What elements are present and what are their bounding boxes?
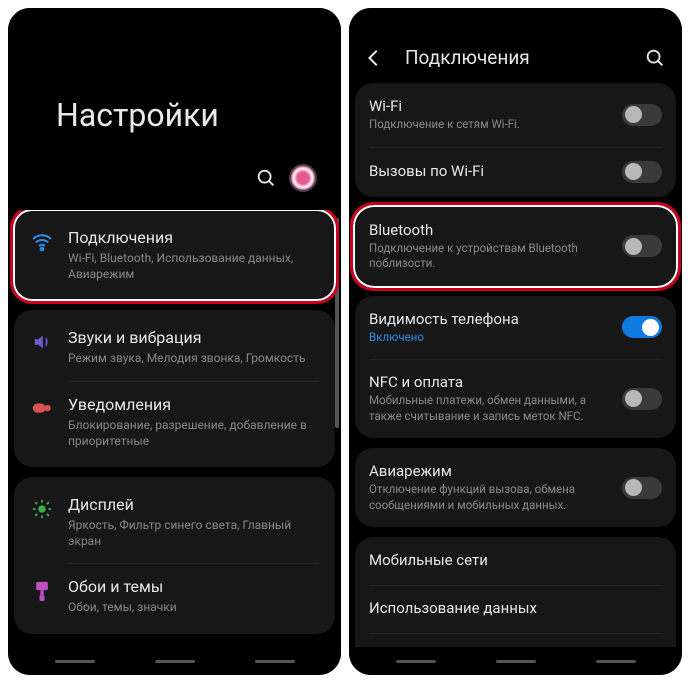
row-wifi[interactable]: Wi-Fi Подключение к сетям Wi-Fi.: [355, 83, 676, 147]
page-title: Настройки: [56, 96, 341, 134]
topbar-title: Подключения: [405, 46, 624, 69]
topbar: Подключения: [349, 36, 682, 83]
group-mobile: Мобильные сети Использование данных Дисп…: [355, 537, 676, 647]
row-title: Дисплей: [68, 495, 319, 514]
row-subtitle: Мобильные платежи, обмен данными, а такж…: [369, 393, 612, 424]
nav-back[interactable]: [255, 660, 295, 663]
nav-bar: [349, 647, 682, 675]
display-icon: [30, 497, 54, 521]
row-subtitle: Обои, темы, значки: [68, 599, 319, 615]
settings-list[interactable]: Подключения Wi-Fi, Bluetooth, Использова…: [8, 210, 341, 647]
row-title: Видимость телефона: [369, 310, 612, 328]
search-icon[interactable]: [644, 47, 666, 69]
row-wifi-calling[interactable]: Вызовы по Wi-Fi: [355, 147, 676, 197]
row-data-usage[interactable]: Использование данных: [355, 585, 676, 633]
nav-recent[interactable]: [55, 660, 95, 663]
group-bluetooth: Bluetooth Подключение к устройствам Blue…: [355, 207, 676, 286]
row-subtitle: Wi-Fi, Bluetooth, Использование данных, …: [68, 250, 319, 282]
nav-bar: [8, 647, 341, 675]
nav-recent[interactable]: [396, 660, 436, 663]
row-visibility[interactable]: Видимость телефона Включено: [355, 296, 676, 360]
row-title: Авиарежим: [369, 462, 612, 480]
row-subtitle: Включено: [369, 330, 612, 346]
wifi-icon: [30, 230, 54, 254]
header-actions: [8, 164, 341, 210]
scrollbar[interactable]: [335, 218, 339, 428]
search-icon[interactable]: [255, 167, 277, 189]
row-subtitle: Отключение функций вызова, обмена сообще…: [369, 482, 612, 513]
row-title: Звуки и вибрация: [68, 328, 319, 347]
profile-avatar[interactable]: [289, 164, 317, 192]
row-subtitle: Подключение к сетям Wi-Fi.: [369, 117, 612, 133]
brush-icon: [30, 579, 54, 603]
row-subtitle: Режим звука, Мелодия звонка, Громкость: [68, 350, 319, 366]
status-bar: [8, 8, 341, 36]
row-title: Wi-Fi: [369, 97, 612, 115]
toggle-wifi-calling[interactable]: [622, 161, 662, 183]
row-connections[interactable]: Подключения Wi-Fi, Bluetooth, Использова…: [14, 214, 335, 296]
notification-icon: [30, 397, 54, 421]
settings-header: Настройки: [8, 36, 341, 164]
toggle-airplane[interactable]: [622, 477, 662, 499]
row-subtitle: Подключение к устройствам Bluetooth побл…: [369, 241, 612, 272]
connections-screen: Подключения Wi-Fi Подключение к сетям Wi…: [349, 8, 682, 675]
nav-back[interactable]: [596, 660, 636, 663]
row-notifications[interactable]: Уведомления Блокирование, разрешение, до…: [14, 381, 335, 463]
row-airplane[interactable]: Авиарежим Отключение функций вызова, обм…: [355, 448, 676, 527]
row-wallpapers[interactable]: Обои и темы Обои, темы, значки: [14, 563, 335, 629]
card-sound-notif: Звуки и вибрация Режим звука, Мелодия зв…: [14, 310, 335, 467]
card-display-wall: Дисплей Яркость, Фильтр синего света, Гл…: [14, 477, 335, 634]
toggle-bluetooth[interactable]: [622, 235, 662, 257]
toggle-nfc[interactable]: [622, 388, 662, 410]
row-title: Подключения: [68, 228, 319, 247]
toggle-visibility[interactable]: [622, 316, 662, 338]
row-title: Вызовы по Wi-Fi: [369, 162, 612, 180]
nav-home[interactable]: [496, 660, 536, 663]
toggle-wifi[interactable]: [622, 104, 662, 126]
group-visibility-nfc: Видимость телефона Включено NFC и оплата…: [355, 296, 676, 439]
row-title: Обои и темы: [68, 577, 319, 596]
row-display[interactable]: Дисплей Яркость, Фильтр синего света, Гл…: [14, 481, 335, 563]
connections-list[interactable]: Wi-Fi Подключение к сетям Wi-Fi. Вызовы …: [349, 83, 682, 647]
group-airplane: Авиарежим Отключение функций вызова, обм…: [355, 448, 676, 527]
row-title: NFC и оплата: [369, 373, 612, 391]
sound-icon: [30, 330, 54, 354]
card-connections: Подключения Wi-Fi, Bluetooth, Использова…: [14, 210, 335, 300]
row-title: Использование данных: [369, 599, 662, 617]
row-subtitle: Яркость, Фильтр синего света, Главный эк…: [68, 517, 319, 549]
back-icon[interactable]: [363, 47, 385, 69]
row-nfc[interactable]: NFC и оплата Мобильные платежи, обмен да…: [355, 359, 676, 438]
row-sim-manager[interactable]: Диспетчер SIM-карт: [355, 633, 676, 647]
status-bar: [349, 8, 682, 36]
row-title: Уведомления: [68, 395, 319, 414]
row-mobile-networks[interactable]: Мобильные сети: [355, 537, 676, 585]
row-bluetooth[interactable]: Bluetooth Подключение к устройствам Blue…: [355, 207, 676, 286]
row-title: Bluetooth: [369, 221, 612, 239]
row-title: Мобильные сети: [369, 551, 662, 569]
nav-home[interactable]: [155, 660, 195, 663]
settings-screen: Настройки Подключения Wi-Fi, Bluetooth, …: [8, 8, 341, 675]
row-sounds[interactable]: Звуки и вибрация Режим звука, Мелодия зв…: [14, 314, 335, 380]
group-wifi: Wi-Fi Подключение к сетям Wi-Fi. Вызовы …: [355, 83, 676, 197]
row-subtitle: Блокирование, разрешение, добавление в п…: [68, 417, 319, 449]
